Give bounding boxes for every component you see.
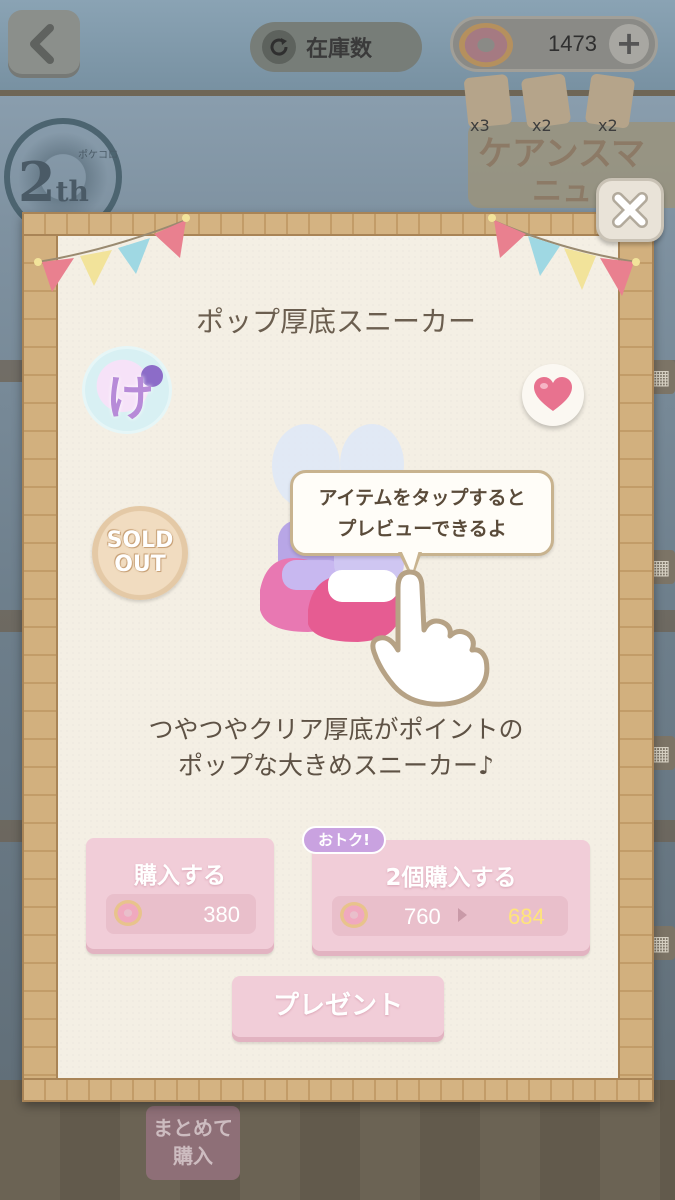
buy-one-button[interactable]: 購入する 380	[86, 838, 274, 954]
donut-icon	[114, 900, 142, 926]
item-title: ポップ厚底スニーカー	[195, 305, 476, 338]
buy-two-original-price: 760	[404, 904, 441, 929]
refresh-icon	[262, 30, 296, 64]
plus-icon[interactable]: +	[609, 24, 649, 64]
buy-one-label: 購入する	[134, 863, 226, 889]
preview-tooltip: アイテムをタップすると プレビューできるよ	[290, 470, 554, 556]
heart-icon	[534, 377, 572, 411]
anniversary-logo-small: ポケコロ	[78, 150, 118, 161]
back-arrow-icon	[30, 24, 54, 64]
card-count: x3	[470, 116, 490, 135]
donut-icon	[340, 902, 368, 928]
frame-right	[618, 234, 654, 1080]
close-button[interactable]	[596, 178, 664, 242]
card-count: x2	[532, 116, 552, 135]
favorite-button[interactable]	[522, 364, 584, 426]
buy-two-price-box: 760 684	[332, 896, 568, 936]
sold-out-badge: SOLD OUT	[92, 506, 188, 600]
category-tag-badge: け	[82, 346, 172, 434]
buy-two-label: 2個購入する	[385, 865, 517, 891]
buy-two-discount-price: 684	[508, 904, 545, 929]
frame-top	[22, 212, 654, 236]
discount-badge: おトク!	[302, 826, 386, 854]
event-banner-subtitle: ニュ	[532, 174, 592, 209]
card-count: x2	[598, 116, 618, 135]
donut-count: 1473	[548, 31, 597, 56]
buy-one-price: 380	[203, 902, 240, 927]
item-description: つやつやクリア厚底がポイントの ポップな大きめスニーカー♪	[148, 715, 524, 780]
frame-left	[22, 234, 58, 1080]
price-arrow-icon	[458, 908, 467, 922]
stock-button[interactable]: 在庫数	[250, 22, 422, 72]
donut-currency: 1473 +	[450, 16, 658, 72]
frame-bottom	[22, 1078, 654, 1102]
back-button[interactable]	[8, 10, 80, 78]
buy-one-price-box: 380	[106, 894, 256, 934]
close-icon	[612, 192, 648, 228]
buy-two-button[interactable]: 2個購入する 760 684	[312, 840, 590, 956]
present-button[interactable]: プレゼント	[232, 976, 444, 1042]
bulk-buy-button[interactable]: まとめて 購入	[146, 1106, 240, 1180]
tag-badge-char: け	[105, 371, 154, 427]
donut-icon	[459, 23, 513, 67]
tap-hand-icon	[370, 569, 490, 707]
stock-label: 在庫数	[306, 37, 373, 62]
